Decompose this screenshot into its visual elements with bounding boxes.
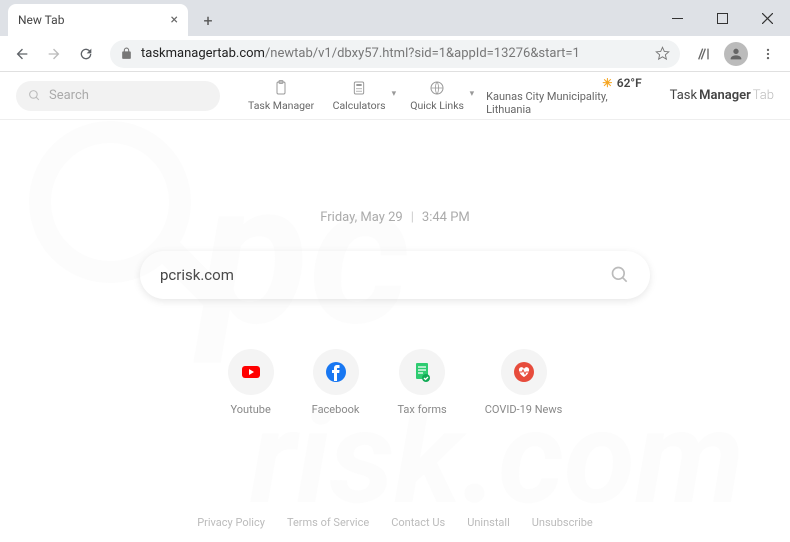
topbar-calculators[interactable]: Calculators ▾: [324, 79, 394, 112]
new-tab-button[interactable]: +: [194, 6, 222, 34]
search-icon: [28, 89, 41, 102]
profile-button[interactable]: [722, 40, 750, 68]
chevron-down-icon: ▾: [470, 89, 475, 99]
mini-search-placeholder: Search: [49, 88, 89, 103]
main-search[interactable]: [140, 251, 650, 299]
topbar-quick-links[interactable]: Quick Links ▾: [402, 79, 472, 112]
shortcut-covid-news[interactable]: COVID-19 News: [485, 349, 563, 416]
heart-icon: [512, 360, 536, 384]
topbar-item-label: Quick Links: [410, 99, 464, 112]
extension-topbar: Search Task Manager Calculators ▾ Quick …: [0, 72, 790, 120]
search-input[interactable]: [160, 266, 610, 284]
time-text: 3:44 PM: [422, 210, 470, 225]
browser-tab[interactable]: New Tab ×: [8, 4, 188, 36]
page-content: pc risk.com Search Task Manager Calculat…: [0, 72, 790, 541]
footer-uninstall[interactable]: Uninstall: [467, 516, 510, 529]
extension-icon[interactable]: [690, 40, 718, 68]
shortcut-label: COVID-19 News: [485, 403, 563, 416]
search-icon[interactable]: [610, 265, 630, 285]
back-button[interactable]: [8, 40, 36, 68]
shortcut-label: Facebook: [312, 403, 360, 416]
lock-icon: [120, 47, 133, 60]
footer-links: Privacy Policy Terms of Service Contact …: [0, 516, 790, 529]
shortcuts-row: Youtube Facebook Tax forms COVID-19 News: [228, 349, 563, 416]
topbar-task-manager[interactable]: Task Manager: [246, 79, 316, 112]
address-bar[interactable]: taskmanagertab.com/newtab/v1/dbxy57.html…: [110, 40, 680, 68]
document-icon: [410, 360, 434, 384]
datetime-display: Friday, May 29|3:44 PM: [320, 210, 470, 225]
url-text: taskmanagertab.com/newtab/v1/dbxy57.html…: [141, 46, 580, 61]
date-text: Friday, May 29: [320, 210, 402, 225]
weather-location: Kaunas City Municipality, Lithuania: [486, 90, 642, 116]
shortcut-youtube[interactable]: Youtube: [228, 349, 274, 416]
weather-temp: 62°F: [617, 76, 642, 90]
footer-unsubscribe[interactable]: Unsubscribe: [532, 516, 593, 529]
chevron-down-icon: ▾: [392, 89, 397, 99]
topbar-item-label: Task Manager: [248, 99, 314, 112]
weather-widget[interactable]: ☀ 62°F Kaunas City Municipality, Lithuani…: [486, 76, 642, 116]
topbar-item-label: Calculators: [333, 99, 386, 112]
footer-privacy[interactable]: Privacy Policy: [197, 516, 265, 529]
footer-terms[interactable]: Terms of Service: [287, 516, 369, 529]
window-controls: [655, 0, 790, 36]
star-icon[interactable]: [655, 46, 670, 61]
minimize-button[interactable]: [655, 3, 700, 33]
browser-titlebar: New Tab × +: [0, 0, 790, 36]
tab-title: New Tab: [18, 13, 64, 27]
shortcut-label: Youtube: [231, 403, 271, 416]
facebook-icon: [324, 360, 348, 384]
shortcut-facebook[interactable]: Facebook: [312, 349, 360, 416]
mini-search[interactable]: Search: [16, 81, 220, 111]
sun-icon: ☀: [602, 76, 613, 90]
shortcut-tax-forms[interactable]: Tax forms: [397, 349, 446, 416]
close-window-button[interactable]: [745, 3, 790, 33]
globe-icon: [429, 79, 445, 97]
brand-logo: Task Manager Tab: [670, 88, 774, 103]
reload-button[interactable]: [72, 40, 100, 68]
close-icon[interactable]: ×: [171, 12, 178, 28]
calculator-icon: [351, 79, 367, 97]
footer-contact[interactable]: Contact Us: [391, 516, 445, 529]
browser-toolbar: taskmanagertab.com/newtab/v1/dbxy57.html…: [0, 36, 790, 72]
shortcut-label: Tax forms: [397, 403, 446, 416]
maximize-button[interactable]: [700, 3, 745, 33]
clipboard-icon: [273, 79, 289, 97]
youtube-icon: [239, 360, 263, 384]
forward-button[interactable]: [40, 40, 68, 68]
menu-button[interactable]: [754, 40, 782, 68]
